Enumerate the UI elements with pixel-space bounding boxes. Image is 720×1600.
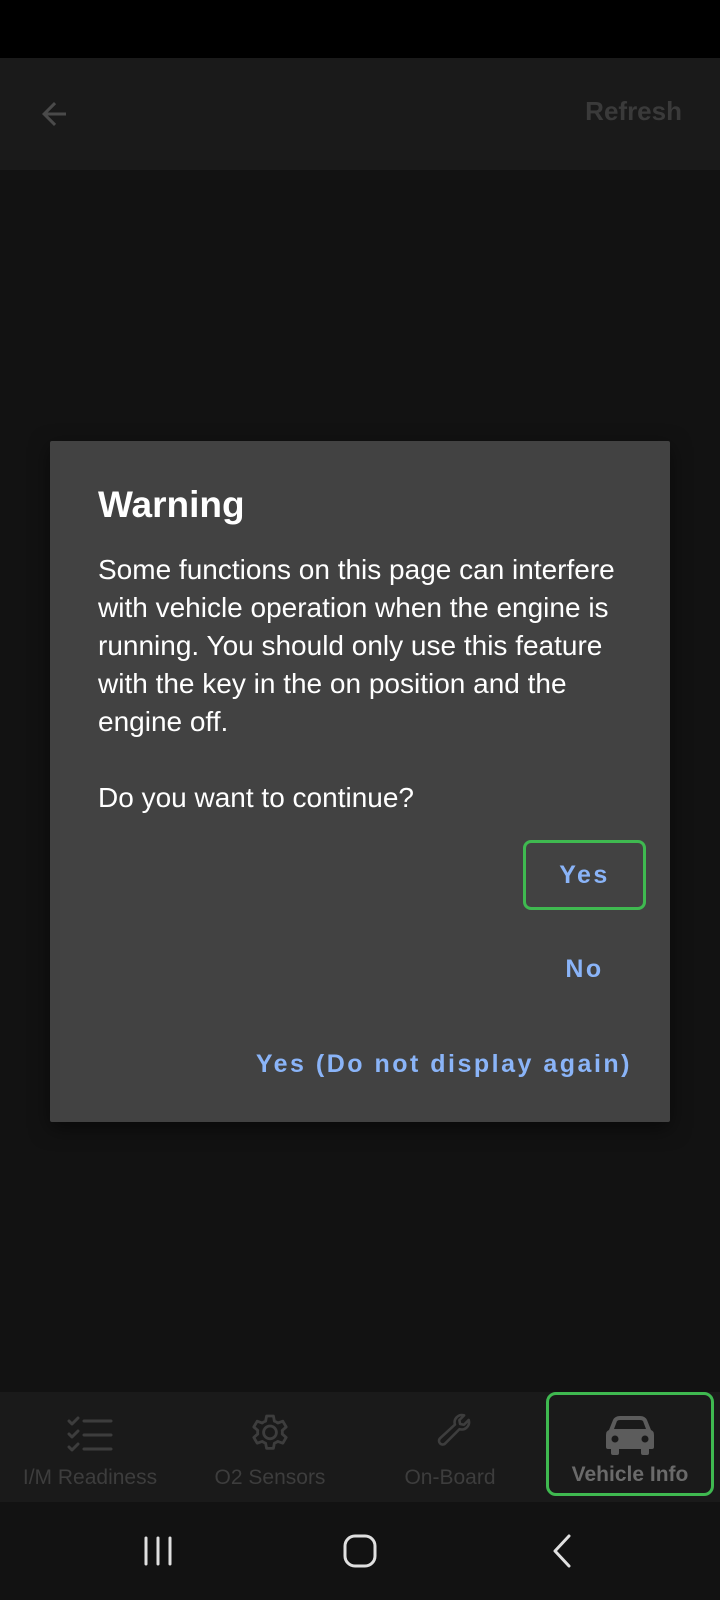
nav-item-o2-sensors[interactable]: O2 Sensors [180,1392,360,1502]
home-icon [343,1534,377,1568]
checklist-icon [65,1410,115,1460]
nav-label-on-board: On-Board [404,1466,496,1489]
refresh-button[interactable]: Refresh [585,96,682,127]
yes-do-not-display-again-button[interactable]: Yes (Do not display again) [244,1029,644,1099]
arrow-left-icon [42,102,66,126]
system-navigation-bar [0,1502,720,1600]
nav-label-im-readiness: I/M Readiness [22,1466,158,1489]
back-button[interactable] [22,82,86,146]
yes-button[interactable]: Yes [523,840,646,910]
nav-item-on-board[interactable]: On-Board [360,1392,540,1502]
dialog-message: Some functions on this page can interfer… [98,554,615,737]
nav-label-o2-sensors: O2 Sensors [214,1466,326,1489]
car-icon [605,1410,655,1460]
no-button[interactable]: No [523,934,646,1004]
bottom-navigation: I/M Readiness O2 Sensors On-Board Vehicl… [0,1392,720,1502]
dialog-title: Warning [98,484,245,525]
recents-icon [144,1536,172,1566]
app-bar: Refresh [0,58,720,170]
status-bar [0,0,720,58]
dialog-question: Do you want to continue? [98,782,414,813]
home-button[interactable] [328,1526,392,1576]
nav-label-vehicle-info: Vehicle Info [571,1463,689,1486]
nav-item-vehicle-info[interactable]: Vehicle Info [546,1392,714,1496]
system-back-button[interactable] [530,1526,594,1576]
warning-dialog: Warning Some functions on this page can … [50,441,670,1122]
nav-item-im-readiness[interactable]: I/M Readiness [0,1392,180,1502]
back-chevron-icon [553,1534,571,1568]
wrench-icon [425,1410,475,1460]
gear-icon [245,1410,295,1460]
recents-button[interactable] [126,1526,190,1576]
